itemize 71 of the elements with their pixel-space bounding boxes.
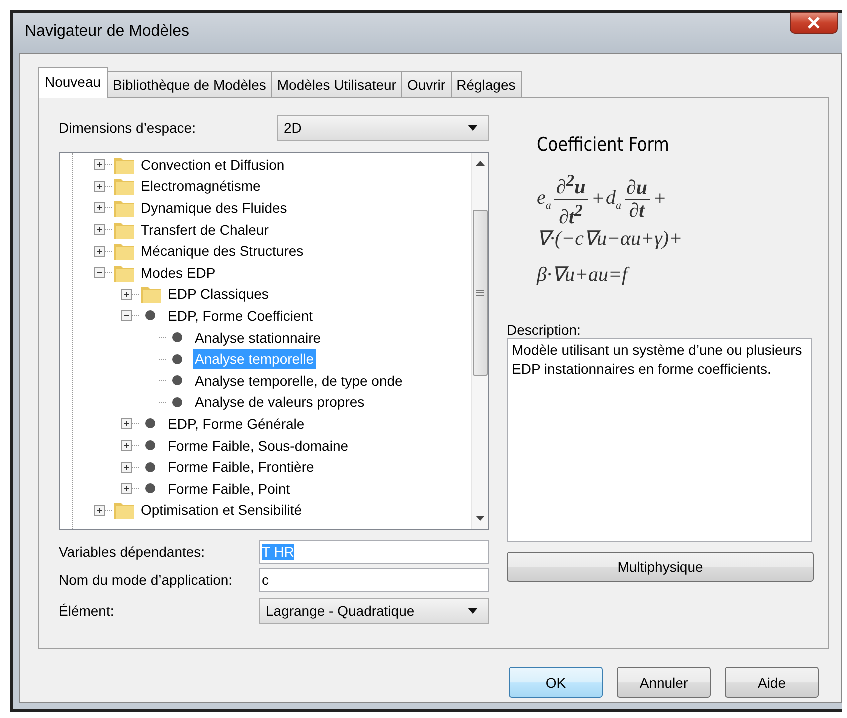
tab[interactable]: Ouvrir [401,71,452,97]
folder-icon [113,500,135,520]
preview-title: Coefficient Form [537,134,670,156]
dialog-button[interactable]: OK [509,667,603,698]
tab[interactable]: Réglages [450,71,522,97]
expander-icon[interactable] [121,418,132,430]
description-label: Description: [507,322,582,338]
expander-icon[interactable] [94,159,105,170]
expander-icon[interactable] [94,224,105,236]
dot-icon [172,332,183,344]
dialog-button[interactable]: Annuler [617,667,711,698]
expander-icon[interactable] [121,483,132,494]
dot-icon [172,354,183,365]
input-field[interactable]: c [259,568,489,592]
folder-icon [113,241,135,262]
tree-item[interactable]: Analyse de valeurs propres [193,392,367,412]
close-button[interactable] [790,12,838,34]
scroll-up-icon[interactable] [476,161,484,166]
dot-icon [145,310,156,322]
expander-icon[interactable] [121,440,132,452]
expander-icon[interactable] [94,504,105,516]
tree-item[interactable]: Forme Faible, Frontière [166,457,316,478]
tree-item[interactable]: Mécanique des Structures [139,241,306,262]
expander-icon[interactable] [94,267,105,278]
tree-item[interactable]: EDP, Forme Coefficient [166,306,315,326]
dot-icon [145,483,156,494]
expander-icon[interactable] [94,180,105,192]
expander-icon[interactable] [94,202,105,214]
expander-icon[interactable] [94,246,105,257]
dot-icon [145,418,156,430]
tree-item[interactable]: EDP, Forme Générale [166,414,307,434]
tab[interactable]: Nouveau [38,67,108,98]
expander-icon[interactable] [121,288,132,300]
dimension-dropdown[interactable]: 2D [277,115,489,141]
tree-item[interactable]: Transfert de Chaleur [139,220,271,240]
field-label: Dimensions d’espace: [59,120,197,136]
description-text: Modèle utilisant un système d’une ou plusieurs EDP instationnaires en forme coefficients. [512,342,802,377]
tree-item[interactable]: Electromagnétisme [139,176,263,196]
tree-item[interactable]: Optimisation et Sensibilité [139,500,304,520]
tree-item[interactable]: Modes EDP [139,262,218,283]
scrollbar[interactable] [471,153,488,529]
folder-icon [140,284,162,304]
grip-icon [476,290,484,296]
tab[interactable]: Modèles Utilisateur [271,71,402,97]
tree-item[interactable]: Dynamique des Fluides [139,198,290,218]
dot-icon [145,440,156,452]
caret-icon [468,608,478,614]
expander-icon[interactable] [121,310,132,322]
tree-item[interactable]: Analyse stationnaire [193,328,324,348]
caret-icon [468,125,478,131]
folder-icon [113,176,135,196]
tree-item[interactable]: Convection et Diffusion [139,154,287,175]
dot-icon [172,396,183,408]
field-label: Nom du mode d’application: [59,572,234,588]
tree-item[interactable]: EDP Classiques [166,284,271,304]
model-tree[interactable] [59,152,489,530]
field-label: Variables dépendantes: [59,544,206,560]
dot-icon [172,375,183,386]
close-icon [807,17,821,29]
tree-item[interactable]: Forme Faible, Sous-domaine [166,436,351,456]
tree-item[interactable]: Analyse temporelle, de type onde [193,370,405,391]
tree-item[interactable]: Forme Faible, Point [166,478,292,499]
scroll-down-icon[interactable] [476,516,484,521]
dialog-button[interactable]: Aide [725,667,819,698]
expander-icon[interactable] [121,462,132,473]
window-title: Navigateur de Modèles [25,23,190,41]
tab[interactable]: Bibliothèque de Modèles [107,71,272,97]
dot-icon [145,462,156,473]
element-dropdown[interactable]: Lagrange - Quadratique [259,598,489,624]
field-label: Élément: [59,603,116,619]
multiphysics-button[interactable]: Multiphysique [507,552,814,582]
